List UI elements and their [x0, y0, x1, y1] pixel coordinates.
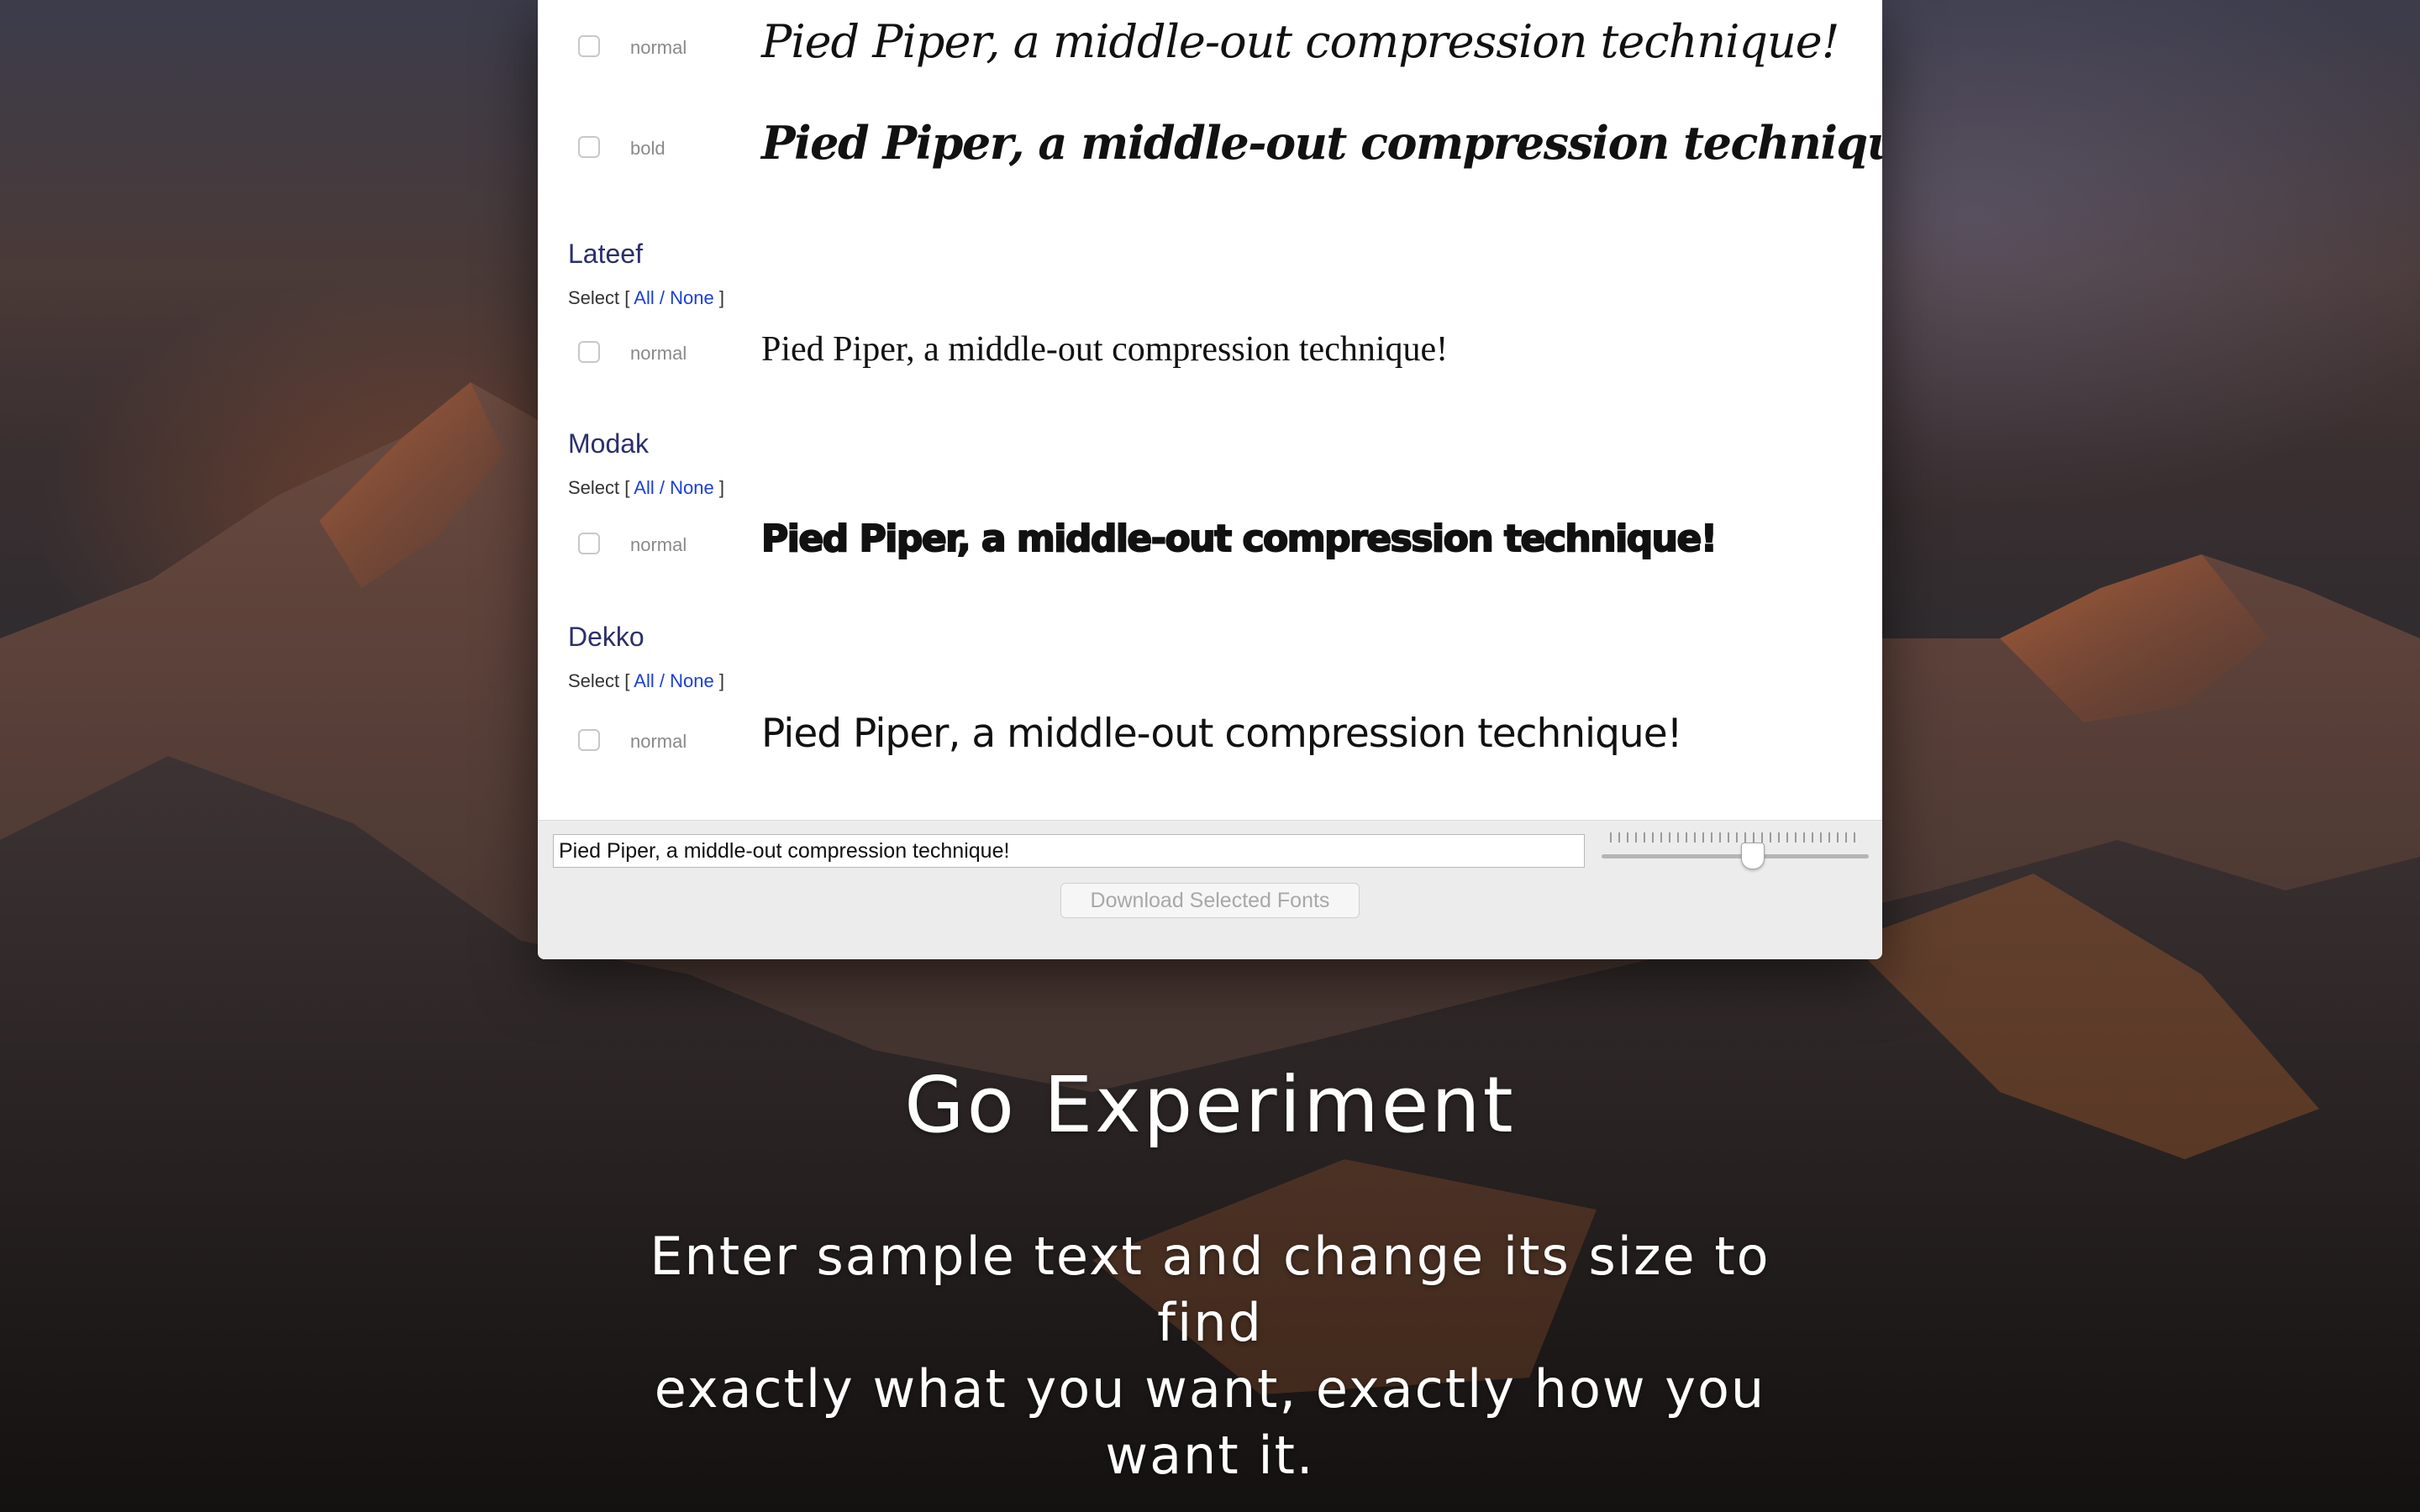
select-none-link[interactable]: None	[670, 670, 714, 691]
font-select-checkbox[interactable]	[578, 136, 600, 158]
select-all-link[interactable]: All	[634, 477, 654, 498]
font-row: normal Pied Piper, a middle-out compress…	[538, 707, 1882, 774]
font-sample-text: Pied Piper, a middle-out compression tec…	[760, 517, 1718, 561]
select-separator: /	[659, 477, 665, 498]
select-all-none: Select [ All / None ]	[568, 477, 724, 499]
font-select-checkbox[interactable]	[578, 729, 600, 751]
font-row: normal Pied Piper, a middle-out compress…	[538, 511, 1882, 578]
select-prefix: Select [	[568, 287, 630, 308]
font-sample-text: Pied Piper, a middle-out compression tec…	[761, 116, 1882, 170]
select-all-none: Select [ All / None ]	[568, 287, 724, 309]
font-select-checkbox[interactable]	[578, 533, 600, 554]
promo-description: Enter sample text and change its size to…	[588, 1223, 1832, 1488]
select-prefix: Select [	[568, 477, 630, 498]
weight-label: normal	[630, 534, 687, 555]
select-none-link[interactable]: None	[670, 477, 714, 498]
promo-line: Enter sample text and change its size to…	[650, 1226, 1770, 1353]
font-sample-text: Pied Piper, a middle-out compression tec…	[761, 711, 1682, 757]
promo-line: exactly what you want, exactly how you	[654, 1358, 1766, 1420]
download-selected-fonts-button[interactable]: Download Selected Fonts	[1060, 883, 1360, 918]
font-select-checkbox[interactable]	[578, 341, 600, 363]
select-suffix: ]	[718, 287, 724, 308]
bottom-toolbar: Download Selected Fonts	[538, 820, 1882, 959]
select-none-link[interactable]: None	[670, 287, 714, 308]
font-size-slider[interactable]	[1602, 829, 1869, 874]
select-suffix: ]	[718, 670, 724, 691]
slider-ticks	[1610, 832, 1860, 843]
font-row: normal Pied Piper, a middle-out compress…	[538, 15, 1882, 84]
weight-label: normal	[630, 731, 687, 752]
sample-text-input[interactable]	[553, 834, 1585, 868]
select-all-none: Select [ All / None ]	[568, 670, 724, 692]
font-family-name: Dekko	[568, 622, 644, 652]
promo-heading: Go Experiment	[904, 1060, 1516, 1150]
slider-track[interactable]	[1602, 854, 1869, 858]
select-separator: /	[659, 670, 665, 691]
select-separator: /	[659, 287, 665, 308]
select-all-link[interactable]: All	[634, 287, 654, 308]
font-sample-text: Pied Piper, a middle-out compression tec…	[761, 15, 1839, 68]
slider-thumb[interactable]	[1741, 843, 1765, 869]
font-sample-text: Pied Piper, a middle-out compression tec…	[761, 330, 1449, 369]
select-all-link[interactable]: All	[634, 670, 654, 691]
weight-label: bold	[630, 138, 666, 159]
font-select-checkbox[interactable]	[578, 35, 600, 57]
weight-label: normal	[630, 343, 687, 364]
weight-label: normal	[630, 37, 687, 58]
select-prefix: Select [	[568, 670, 630, 691]
font-row: normal Pied Piper, a middle-out compress…	[538, 319, 1882, 386]
font-family-name: Modak	[568, 428, 650, 459]
font-list: normal Pied Piper, a middle-out compress…	[538, 0, 1882, 820]
select-suffix: ]	[718, 477, 724, 498]
font-family-name: Lateef	[568, 239, 643, 269]
font-row: bold Pied Piper, a middle-out compressio…	[538, 116, 1882, 185]
promo-line: want it.	[1105, 1425, 1315, 1486]
font-preview-window: normal Pied Piper, a middle-out compress…	[538, 0, 1882, 959]
